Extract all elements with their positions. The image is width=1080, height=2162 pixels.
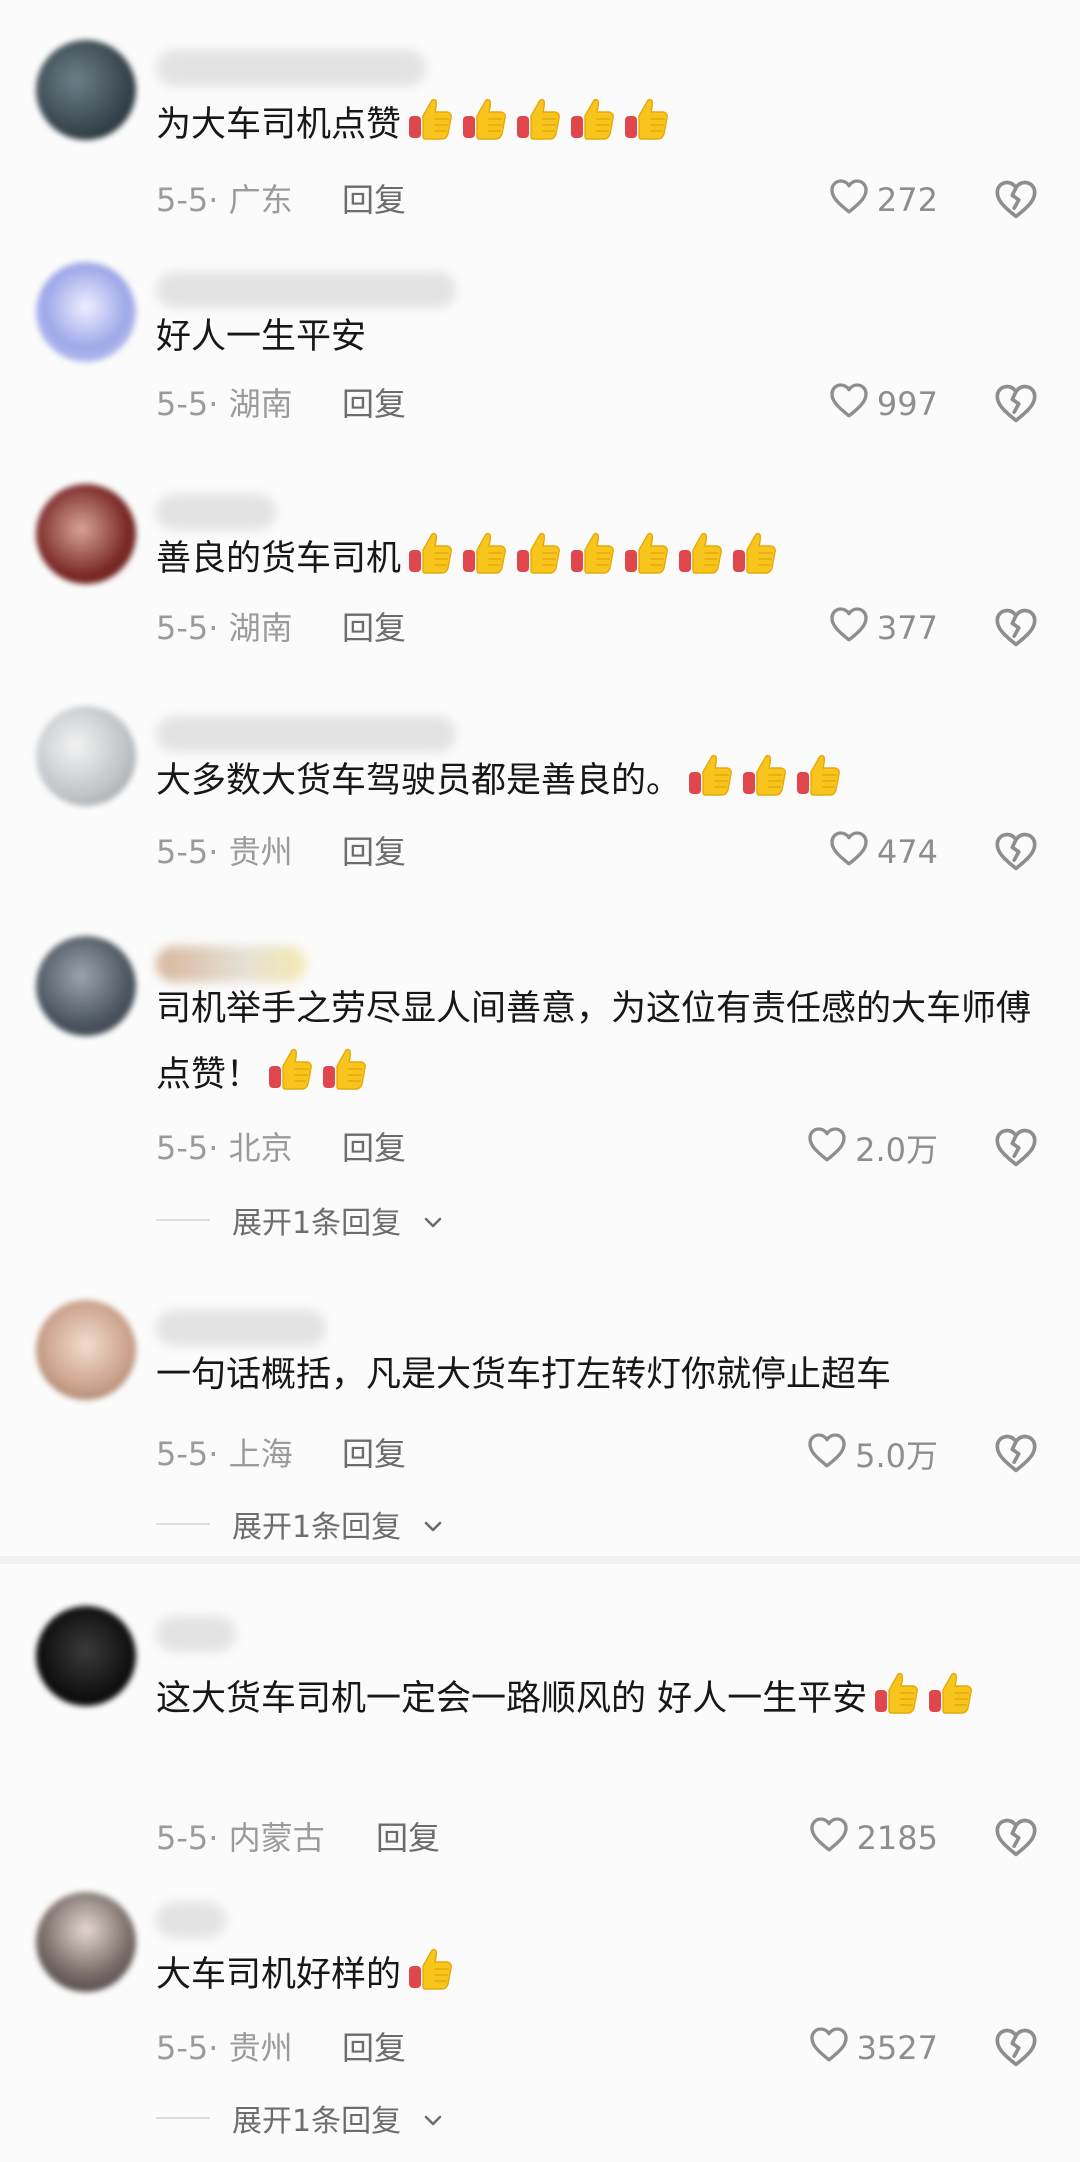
avatar[interactable] xyxy=(36,484,136,584)
reply-button[interactable]: 回复 xyxy=(342,606,406,650)
thumbs-up-emoji-group xyxy=(867,1672,975,1719)
expand-replies-label: 展开1条回复 xyxy=(232,1206,402,1241)
comment-text: 大多数大货车驾驶员都是善良的。 xyxy=(156,748,1036,814)
expand-divider-line xyxy=(156,2117,210,2119)
heart-outline-icon xyxy=(829,381,869,427)
comment-meta: 5-5· 贵州 xyxy=(156,833,293,871)
avatar[interactable] xyxy=(36,262,136,362)
expand-replies-button[interactable]: 展开1条回复 xyxy=(156,2096,443,2140)
like-button[interactable]: 377 xyxy=(829,606,938,650)
like-count: 5.0万 xyxy=(855,1437,938,1475)
like-count: 272 xyxy=(876,181,938,219)
reply-button[interactable]: 回复 xyxy=(342,830,406,874)
like-count: 474 xyxy=(876,833,938,871)
heart-outline-icon xyxy=(807,1125,847,1171)
heart-outline-icon xyxy=(829,177,869,223)
avatar[interactable] xyxy=(36,40,136,140)
thumbs-up-emoji-group xyxy=(681,754,843,801)
thumbs-up-emoji-group xyxy=(401,532,779,579)
reply-button[interactable]: 回复 xyxy=(342,2026,406,2070)
broken-heart-icon[interactable] xyxy=(994,1126,1038,1170)
avatar[interactable] xyxy=(36,706,136,806)
like-button[interactable]: 997 xyxy=(829,382,938,426)
section-divider xyxy=(0,1556,1080,1564)
thumbs-up-emoji-group xyxy=(261,1048,369,1095)
comment-meta: 5-5· 贵州 xyxy=(156,2029,293,2067)
like-count: 3527 xyxy=(856,2029,938,2067)
username-blurred[interactable] xyxy=(156,1616,236,1652)
username-blurred[interactable] xyxy=(156,1310,326,1346)
like-button[interactable]: 2185 xyxy=(809,1816,938,1860)
like-button[interactable]: 3527 xyxy=(809,2026,938,2070)
reply-button[interactable]: 回复 xyxy=(376,1816,440,1860)
comment-text: 司机举手之劳尽显人间善意，为这位有责任感的大车师傅点赞！ xyxy=(156,989,1032,1095)
thumbs-up-emoji-group xyxy=(401,1948,455,1995)
broken-heart-icon[interactable] xyxy=(994,1432,1038,1476)
heart-outline-icon xyxy=(809,2025,849,2071)
like-button[interactable]: 5.0万 xyxy=(807,1432,938,1476)
expand-replies-button[interactable]: 展开1条回复 xyxy=(156,1198,443,1242)
avatar[interactable] xyxy=(36,1300,136,1400)
comment-text: 这大货车司机一定会一路顺风的 好人一生平安 xyxy=(156,1666,1036,1732)
expand-replies-label: 展开1条回复 xyxy=(232,1510,402,1545)
comment-meta: 5-5· 湖南 xyxy=(156,385,293,423)
comment-meta: 5-5· 上海 xyxy=(156,1435,293,1473)
reply-button[interactable]: 回复 xyxy=(342,382,406,426)
broken-heart-icon[interactable] xyxy=(994,2026,1038,2070)
expand-replies-button[interactable]: 展开1条回复 xyxy=(156,1502,443,1546)
comment-meta: 5-5· 内蒙古 xyxy=(156,1819,325,1857)
avatar[interactable] xyxy=(36,1892,136,1992)
comment-meta: 5-5· 北京 xyxy=(156,1129,293,1167)
chevron-down-icon xyxy=(423,2101,443,2136)
broken-heart-icon[interactable] xyxy=(994,830,1038,874)
chevron-down-icon xyxy=(423,1203,443,1238)
like-count: 997 xyxy=(876,385,938,423)
comment-text: 好人一生平安 xyxy=(156,317,367,357)
expand-replies-label: 展开1条回复 xyxy=(232,2104,402,2139)
chevron-down-icon xyxy=(423,1507,443,1542)
username-blurred[interactable] xyxy=(156,50,426,86)
username-blurred[interactable] xyxy=(156,1902,226,1938)
username-blurred[interactable] xyxy=(156,716,456,752)
comment-meta: 5-5· 湖南 xyxy=(156,609,293,647)
reply-button[interactable]: 回复 xyxy=(342,1432,406,1476)
thumbs-up-emoji-group xyxy=(401,98,671,145)
username-blurred[interactable] xyxy=(156,272,456,308)
expand-divider-line xyxy=(156,1523,210,1525)
broken-heart-icon[interactable] xyxy=(994,606,1038,650)
broken-heart-icon[interactable] xyxy=(994,382,1038,426)
comment-text: 大车司机好样的 xyxy=(156,1942,1036,2008)
avatar[interactable] xyxy=(36,1606,136,1706)
heart-outline-icon xyxy=(809,1815,849,1861)
like-count: 2185 xyxy=(856,1819,938,1857)
like-count: 2.0万 xyxy=(855,1131,938,1169)
broken-heart-icon[interactable] xyxy=(994,178,1038,222)
heart-outline-icon xyxy=(807,1431,847,1477)
reply-button[interactable]: 回复 xyxy=(342,1126,406,1170)
comment-text: 善良的货车司机 xyxy=(156,526,1036,592)
like-button[interactable]: 474 xyxy=(829,830,938,874)
comment-text: 为大车司机点赞 xyxy=(156,92,1036,158)
comment-text: 一句话概括，凡是大货车打左转灯你就停止超车 xyxy=(156,1355,892,1395)
expand-divider-line xyxy=(156,1219,210,1221)
broken-heart-icon[interactable] xyxy=(994,1816,1038,1860)
heart-outline-icon xyxy=(829,829,869,875)
comment-meta: 5-5· 广东 xyxy=(156,181,293,219)
heart-outline-icon xyxy=(829,605,869,651)
like-button[interactable]: 2.0万 xyxy=(807,1126,938,1170)
username-blurred[interactable] xyxy=(156,494,276,530)
avatar[interactable] xyxy=(36,936,136,1036)
like-button[interactable]: 272 xyxy=(829,178,938,222)
like-count: 377 xyxy=(876,609,938,647)
reply-button[interactable]: 回复 xyxy=(342,178,406,222)
